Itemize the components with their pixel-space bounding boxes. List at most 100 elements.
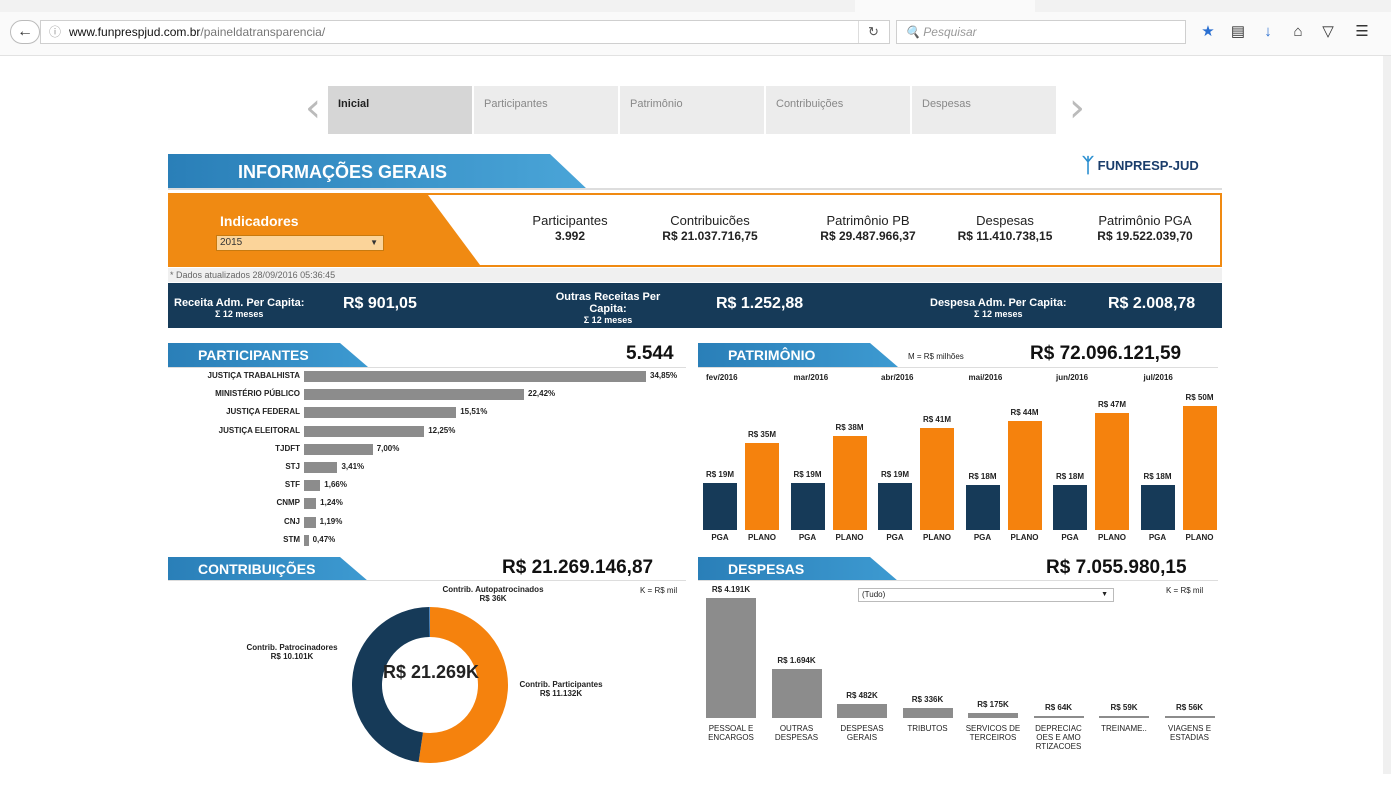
participantes-bar xyxy=(304,389,524,400)
patrimonio-note: M = R$ milhões xyxy=(908,352,964,361)
patrimonio-series-label: PGA xyxy=(1138,533,1178,542)
despesas-value: R$ 336K xyxy=(898,695,958,704)
patrimonio-bar xyxy=(1141,485,1175,530)
patrimonio-series-label: PGA xyxy=(788,533,828,542)
metric-participantes: Participantes3.992 xyxy=(510,213,630,243)
patrimonio-month: fev/2016 xyxy=(706,373,738,382)
patrimonio-value: R$ 19M xyxy=(783,470,833,479)
indicators-label: Indicadores xyxy=(220,213,299,229)
donut-label-participantes: Contrib. ParticipantesR$ 11.132K xyxy=(505,680,617,698)
participantes-category: STM xyxy=(168,533,300,547)
patrimonio-bar xyxy=(703,483,737,530)
patrimonio-value: R$ 18M xyxy=(1045,472,1095,481)
despesas-filter-select[interactable]: (Tudo)▼ xyxy=(858,588,1114,602)
participantes-category: JUSTIÇA TRABALHISTA xyxy=(168,369,300,383)
year-select[interactable]: 2015▼ xyxy=(216,235,384,251)
despesas-value: R$ 64K xyxy=(1029,703,1089,712)
participantes-pct: 1,24% xyxy=(320,496,343,510)
participantes-category: CNMP xyxy=(168,496,300,510)
star-icon[interactable]: ★ xyxy=(1196,20,1220,44)
patrimonio-series-label: PLANO xyxy=(1180,533,1220,542)
home-icon[interactable]: ⌂ xyxy=(1286,20,1310,44)
participantes-pct: 34,85% xyxy=(650,369,677,383)
patrimonio-total: R$ 72.096.121,59 xyxy=(1030,343,1181,365)
tab-patrimonio[interactable]: Patrimônio xyxy=(620,86,764,134)
participantes-pct: 12,25% xyxy=(428,424,455,438)
header-banner: INFORMAÇÕES GERAIS xyxy=(168,154,588,190)
donut-cat: Contrib. Patrocinadores xyxy=(246,643,337,652)
participantes-pct: 1,66% xyxy=(324,478,347,492)
url-bar[interactable]: ⓘwww.funprespjud.com.br/paineldatranspar… xyxy=(40,20,890,44)
patrimonio-series-label: PLANO xyxy=(1092,533,1132,542)
participantes-row: JUSTIÇA TRABALHISTA 34,85% xyxy=(168,369,688,383)
logo-text: FUNPRESP-JUD xyxy=(1098,158,1199,173)
donut-label-patrocinadores: Contrib. PatrocinadoresR$ 10.101K xyxy=(232,643,352,661)
info-icon[interactable]: ⓘ xyxy=(49,25,61,39)
next-arrow-icon[interactable]: › xyxy=(1064,86,1090,134)
donut-slice xyxy=(421,622,493,748)
participantes-category: JUSTIÇA ELEITORAL xyxy=(168,424,300,438)
participantes-bar xyxy=(304,444,373,455)
receita-label: Receita Adm. Per Capita:Σ 12 meses xyxy=(174,297,304,319)
participantes-row: STM0,47% xyxy=(168,533,688,547)
participantes-pct: 15,51% xyxy=(460,405,487,419)
patrimonio-series-label: PGA xyxy=(963,533,1003,542)
participantes-pct: 7,00% xyxy=(377,442,400,456)
participantes-bar xyxy=(304,535,309,546)
pocket-icon[interactable]: ▽ xyxy=(1316,20,1340,44)
despesas-bar xyxy=(837,704,887,718)
despesas-category: OUTRAS DESPESAS xyxy=(766,724,828,742)
despesas-bar xyxy=(1165,716,1215,718)
donut-val: R$ 11.132K xyxy=(540,689,582,698)
outras-value: R$ 1.252,88 xyxy=(716,295,803,313)
prev-arrow-icon[interactable]: ‹ xyxy=(300,86,326,134)
participantes-category: JUSTIÇA FEDERAL xyxy=(168,405,300,419)
download-icon[interactable]: ↓ xyxy=(1256,20,1280,44)
donut-slice xyxy=(367,622,429,747)
tab-despesas[interactable]: Despesas xyxy=(912,86,1056,134)
patrimonio-value: R$ 19M xyxy=(695,470,745,479)
menu-icon[interactable]: ☰ xyxy=(1350,20,1374,44)
patrimonio-month: mar/2016 xyxy=(794,373,829,382)
year-value: 2015 xyxy=(220,237,242,248)
clipboard-icon[interactable]: ▤ xyxy=(1226,20,1250,44)
metric-value: R$ 19.522.039,70 xyxy=(1070,229,1220,243)
url-host: www.funprespjud.com.br xyxy=(69,25,200,39)
despesa-label: Despesa Adm. Per Capita:Σ 12 meses xyxy=(930,297,1067,319)
back-arrow-icon[interactable]: ← xyxy=(10,20,40,44)
participantes-row: TJDFT7,00% xyxy=(168,442,688,456)
metric-despesas: DespesasR$ 11.410.738,15 xyxy=(930,213,1080,243)
despesas-category: DEPRECIAC OES E AMO RTIZACOES xyxy=(1028,724,1090,751)
divider xyxy=(168,580,686,581)
browser-tab[interactable] xyxy=(855,0,1035,12)
patrimonio-month: abr/2016 xyxy=(881,373,913,382)
search-placeholder: Pesquisar xyxy=(923,25,976,39)
despesas-bar xyxy=(903,708,953,718)
patrimonio-bar xyxy=(1008,421,1042,530)
participantes-row: JUSTIÇA ELEITORAL 12,25% xyxy=(168,424,688,438)
reload-icon[interactable]: ↻ xyxy=(858,21,888,43)
tab-participantes[interactable]: Participantes xyxy=(474,86,618,134)
tab-contribuicoes[interactable]: Contribuições xyxy=(766,86,910,134)
despesas-bar xyxy=(1034,716,1084,718)
indicators-orange xyxy=(170,195,500,265)
patrimonio-bar xyxy=(878,483,912,530)
participantes-row: MINISTÉRIO PÚBLICO22,42% xyxy=(168,387,688,401)
patrimonio-value: R$ 18M xyxy=(958,472,1008,481)
patrimonio-bar xyxy=(1095,413,1129,530)
patrimonio-value: R$ 38M xyxy=(825,423,875,432)
tab-inicial[interactable]: Inicial xyxy=(328,86,472,134)
receita-label-text: Receita Adm. Per Capita: xyxy=(174,297,304,309)
despesas-bar xyxy=(706,598,756,718)
participantes-bar xyxy=(304,480,320,491)
scrollbar[interactable] xyxy=(1383,56,1391,774)
receita-value: R$ 901,05 xyxy=(343,295,417,313)
metric-label: Despesas xyxy=(976,213,1034,228)
patrimonio-value: R$ 19M xyxy=(870,470,920,479)
participantes-bar xyxy=(304,498,316,509)
browser-toolbar: ← ⓘwww.funprespjud.com.br/paineldatransp… xyxy=(0,0,1391,56)
contribuicoes-total: R$ 21.269.146,87 xyxy=(502,557,653,579)
metric-value: 3.992 xyxy=(510,229,630,243)
patrimonio-series-label: PLANO xyxy=(742,533,782,542)
search-input[interactable]: 🔍 Pesquisar xyxy=(896,20,1186,44)
